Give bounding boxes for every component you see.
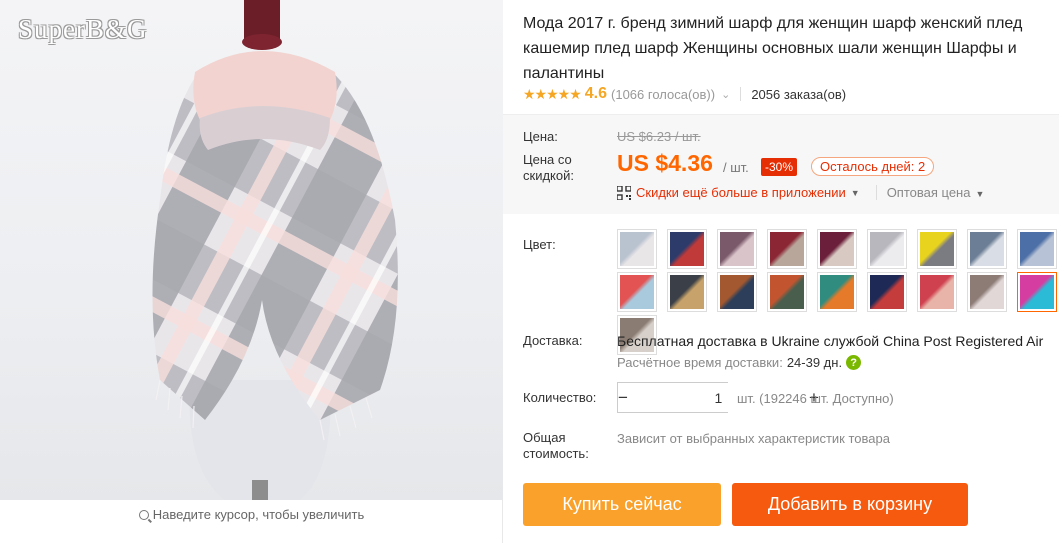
app-discount-row: Скидки ещё больше в приложении ▼ Оптовая… bbox=[617, 185, 984, 200]
swatch-thumbnail bbox=[770, 275, 804, 309]
rating-row: ★★★★★ 4.6 (1066 голоса(ов)) ⌄ 2056 заказ… bbox=[523, 83, 846, 105]
swatch-thumbnail bbox=[870, 275, 904, 309]
discount-price-label: Цена со скидкой: bbox=[523, 152, 574, 183]
color-swatch-variant-6[interactable] bbox=[867, 229, 907, 269]
total-note: Зависит от выбранных характеристик товар… bbox=[617, 431, 890, 446]
color-swatch-variant-7[interactable] bbox=[917, 229, 957, 269]
product-title: Мода 2017 г. бренд зимний шарф для женщи… bbox=[523, 15, 1023, 82]
swatch-thumbnail bbox=[1020, 232, 1054, 266]
color-swatch-variant-3[interactable] bbox=[717, 229, 757, 269]
delivery-estimate-days: 24-39 дн. bbox=[786, 355, 843, 370]
votes-link[interactable]: (1066 голоса(ов)) bbox=[611, 87, 715, 102]
quantity-label: Количество: bbox=[523, 390, 597, 405]
swatch-thumbnail bbox=[820, 232, 854, 266]
color-swatch-variant-10[interactable] bbox=[617, 272, 657, 312]
product-main-image[interactable]: SuperB&G bbox=[0, 0, 503, 500]
discount-badge: -30% bbox=[761, 158, 798, 176]
color-swatch-variant-9[interactable] bbox=[1017, 229, 1057, 269]
caret-down-icon[interactable]: ▼ bbox=[851, 188, 860, 198]
swatch-thumbnail bbox=[920, 275, 954, 309]
help-icon[interactable]: ? bbox=[846, 355, 862, 370]
shipping-info[interactable]: Бесплатная доставка в Ukraine службой Ch… bbox=[617, 333, 1043, 349]
caret-down-icon: ▼ bbox=[975, 189, 985, 199]
swatch-thumbnail bbox=[620, 232, 654, 266]
product-details: Мода 2017 г. бренд зимний шарф для женщи… bbox=[503, 0, 1059, 543]
color-swatch-variant-4[interactable] bbox=[767, 229, 807, 269]
swatch-thumbnail bbox=[970, 275, 1004, 309]
total-label: Общая стоимость: bbox=[523, 430, 589, 461]
color-swatch-variant-12[interactable] bbox=[717, 272, 757, 312]
per-unit: / шт. bbox=[723, 160, 749, 175]
orders-count: 2056 заказа(ов) bbox=[751, 86, 847, 102]
swatch-thumbnail bbox=[670, 275, 704, 309]
chevron-down-icon[interactable]: ⌄ bbox=[721, 88, 730, 101]
delivery-estimate-label: Расчётное время доставки: bbox=[617, 355, 783, 370]
scarf-illustration bbox=[152, 0, 398, 500]
buy-now-button[interactable]: Купить сейчас bbox=[523, 483, 721, 526]
star-rating-icon: ★★★★★ bbox=[523, 85, 582, 102]
app-discount-link[interactable]: Скидки ещё больше в приложении bbox=[636, 185, 846, 200]
color-swatch-variant-11[interactable] bbox=[667, 272, 707, 312]
wholesale-price-text: Оптовая цена bbox=[886, 185, 971, 200]
swatch-thumbnail bbox=[620, 275, 654, 309]
new-price: US $4.36 bbox=[617, 150, 713, 176]
color-swatch-variant-15[interactable] bbox=[867, 272, 907, 312]
swatch-thumbnail bbox=[920, 232, 954, 266]
magnifier-icon bbox=[138, 510, 149, 520]
color-swatch-variant-14[interactable] bbox=[817, 272, 857, 312]
price-label: Цена: bbox=[523, 129, 558, 144]
shipping-label: Доставка: bbox=[523, 333, 583, 348]
decrease-button[interactable]: − bbox=[618, 383, 628, 412]
color-label: Цвет: bbox=[523, 237, 556, 252]
swatch-thumbnail bbox=[720, 275, 754, 309]
color-swatch-variant-13[interactable] bbox=[767, 272, 807, 312]
swatch-thumbnail bbox=[1020, 275, 1054, 309]
qr-code-icon bbox=[617, 185, 631, 200]
swatch-thumbnail bbox=[820, 275, 854, 309]
old-price: US $6.23 / шт. bbox=[617, 129, 701, 144]
color-swatch-variant-5[interactable] bbox=[817, 229, 857, 269]
color-swatch-variant-16[interactable] bbox=[917, 272, 957, 312]
rating-value: 4.6 bbox=[584, 85, 608, 102]
divider bbox=[740, 87, 742, 101]
quantity-stepper: − + bbox=[617, 382, 819, 413]
color-swatch-variant-17[interactable] bbox=[967, 272, 1007, 312]
swatch-thumbnail bbox=[720, 232, 754, 266]
swatch-thumbnail bbox=[870, 232, 904, 266]
stock-available: шт. (192246 шт. Доступно) bbox=[737, 391, 894, 406]
swatch-thumbnail bbox=[770, 232, 804, 266]
add-to-cart-button[interactable]: Добавить в корзину bbox=[732, 483, 968, 526]
color-swatch-variant-1[interactable] bbox=[617, 229, 657, 269]
color-swatch-variant-18[interactable] bbox=[1017, 272, 1057, 312]
brand-watermark: SuperB&G bbox=[18, 14, 148, 44]
days-left-badge: Осталось дней: 2 bbox=[811, 157, 935, 176]
swatch-thumbnail bbox=[670, 232, 704, 266]
product-gallery: SuperB&G Наведите курсор, чтобы увеличит… bbox=[0, 0, 503, 543]
color-swatch-variant-2[interactable] bbox=[667, 229, 707, 269]
swatch-thumbnail bbox=[970, 232, 1004, 266]
color-swatch-variant-8[interactable] bbox=[967, 229, 1007, 269]
price-block: Цена: US $6.23 / шт. Цена со скидкой: US… bbox=[503, 114, 1059, 214]
wholesale-price-link[interactable]: Оптовая цена ▼ bbox=[875, 185, 985, 200]
zoom-hint: Наведите курсор, чтобы увеличить bbox=[0, 507, 503, 522]
zoom-hint-text: Наведите курсор, чтобы увеличить bbox=[152, 507, 365, 522]
delivery-estimate: Расчётное время доставки: 24-39 дн. ? bbox=[617, 355, 862, 370]
